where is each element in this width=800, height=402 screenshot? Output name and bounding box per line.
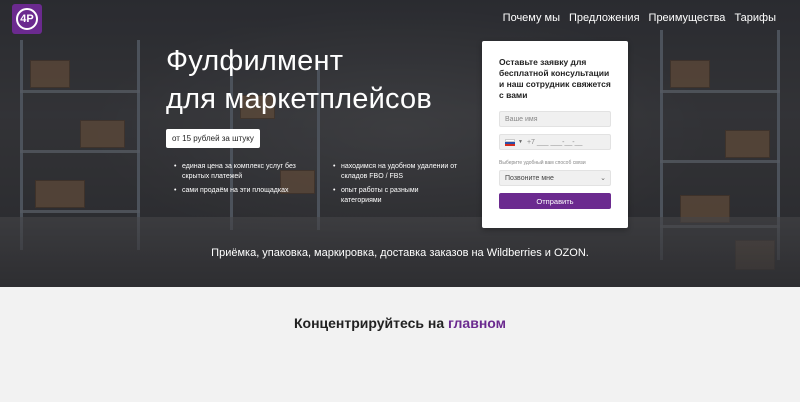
phone-placeholder: +7 ___ ___-__-__ bbox=[526, 138, 583, 146]
feature-item: сами продаём на эти площадках bbox=[174, 186, 302, 196]
name-placeholder: Ваше имя bbox=[505, 115, 538, 123]
nav-item-advantages[interactable]: Преимущества bbox=[649, 12, 726, 24]
section-title-prefix: Концентрируйтесь на bbox=[293, 315, 445, 331]
form-title: Оставьте заявку для бесплатной консульта… bbox=[499, 57, 611, 100]
feature-item: находимся на удобном удалении от складов… bbox=[333, 162, 461, 182]
features-list-right: находимся на удобном удалении от складов… bbox=[333, 162, 461, 210]
feature-item: единая цена за комплекс услуг без скрыты… bbox=[174, 162, 302, 182]
country-caret-icon[interactable]: ▼ bbox=[518, 139, 523, 145]
nav-item-tariffs[interactable]: Тарифы bbox=[734, 12, 776, 24]
chevron-down-icon: ⌄ bbox=[600, 175, 606, 182]
section-title: Концентрируйтесь на главном bbox=[0, 315, 800, 331]
submit-button[interactable]: Отправить bbox=[499, 193, 611, 209]
hero-title: Фулфилмент для маркетплейсов bbox=[166, 42, 432, 118]
features-list-left: единая цена за комплекс услуг без скрыты… bbox=[174, 162, 302, 200]
section-title-accent: главном bbox=[448, 315, 506, 331]
consultation-form: Оставьте заявку для бесплатной консульта… bbox=[482, 41, 628, 228]
hero-title-line1: Фулфилмент bbox=[166, 45, 344, 77]
hero-section: 4P Почему мы Предложения Преимущества Та… bbox=[0, 0, 800, 287]
russia-flag-icon[interactable] bbox=[505, 138, 515, 146]
logo[interactable]: 4P bbox=[12, 4, 42, 34]
nav-item-offers[interactable]: Предложения bbox=[569, 12, 640, 24]
logo-mark: 4P bbox=[16, 8, 38, 30]
name-input[interactable]: Ваше имя bbox=[499, 111, 611, 127]
feature-item: опыт работы с разными категориями bbox=[333, 186, 461, 206]
contact-method-value: Позвоните мне bbox=[505, 174, 554, 182]
contact-method-select[interactable]: Позвоните мне ⌄ bbox=[499, 170, 611, 186]
hero-subtitle: Приёмка, упаковка, маркировка, доставка … bbox=[211, 247, 589, 259]
nav-item-why-us[interactable]: Почему мы bbox=[503, 12, 560, 24]
contact-method-hint: Выберите удобный вам способ связи bbox=[499, 160, 586, 166]
main-nav: Почему мы Предложения Преимущества Тариф… bbox=[503, 12, 776, 24]
price-badge: от 15 рублей за штуку bbox=[166, 129, 260, 148]
phone-input[interactable]: ▼ +7 ___ ___-__-__ bbox=[499, 134, 611, 150]
hero-title-line2: для маркетплейсов bbox=[166, 83, 432, 115]
